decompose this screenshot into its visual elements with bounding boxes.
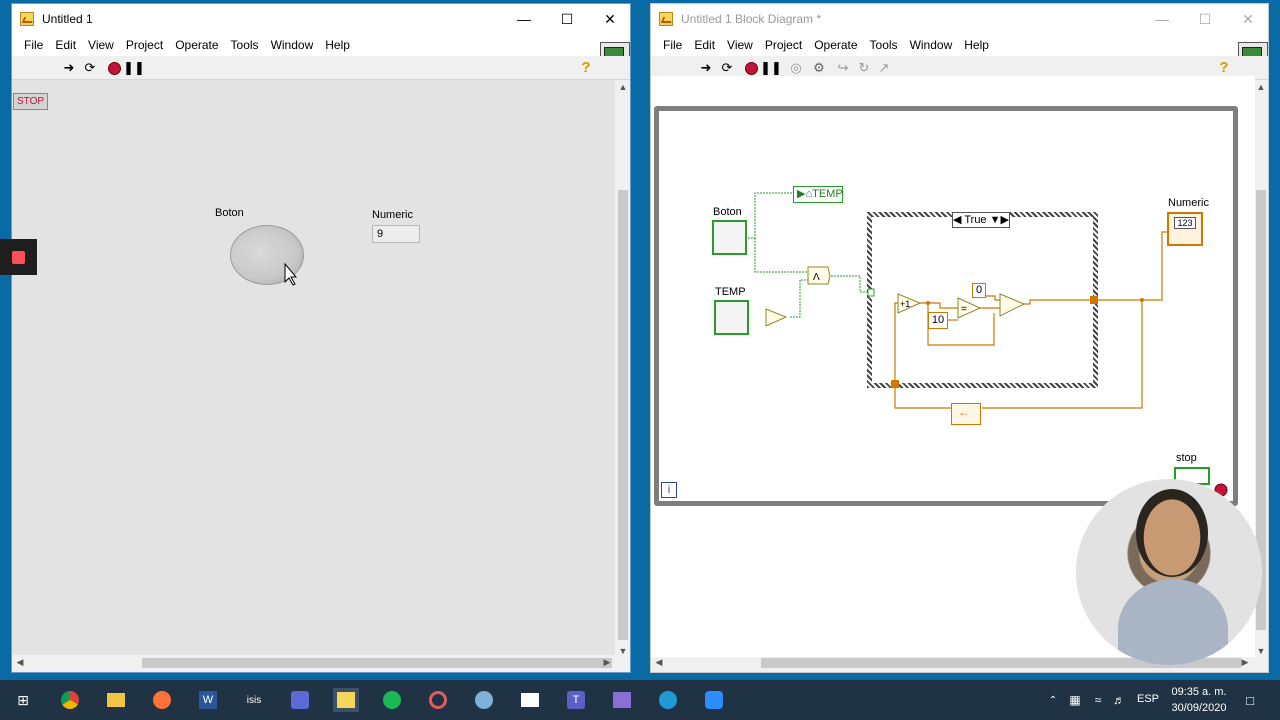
- numeric-terminal[interactable]: 123: [1167, 212, 1203, 246]
- abort-icon[interactable]: [743, 60, 759, 76]
- run-icon[interactable]: ➜: [61, 60, 77, 76]
- windows-start-icon[interactable]: ⊞: [10, 688, 36, 712]
- temp-terminal-label: TEMP: [715, 286, 746, 298]
- menu-operate[interactable]: Operate: [808, 34, 863, 56]
- file-explorer-icon[interactable]: [103, 688, 129, 712]
- context-help-icon[interactable]: ?: [578, 60, 594, 76]
- pause-icon[interactable]: ❚❚: [760, 60, 782, 76]
- step-over-icon[interactable]: ↻: [856, 60, 872, 76]
- app-icon[interactable]: [609, 688, 635, 712]
- close-button[interactable]: ✕: [1226, 4, 1268, 34]
- app-icon[interactable]: [471, 688, 497, 712]
- context-help-icon[interactable]: ?: [1216, 60, 1232, 76]
- step-into-icon[interactable]: ↪: [835, 60, 851, 76]
- run-continuously-icon[interactable]: ⟳: [719, 60, 735, 76]
- front-panel-title: Untitled 1: [42, 12, 93, 26]
- numeric-indicator: 9: [372, 225, 420, 243]
- webcam-overlay: [1076, 479, 1262, 665]
- menu-project[interactable]: Project: [759, 34, 808, 56]
- front-panel-window: Untitled 1 — ☐ ✕ File Edit View Project …: [11, 3, 631, 673]
- house-icon: ▶⌂: [797, 188, 813, 200]
- block-diagram-titlebar[interactable]: Untitled 1 Block Diagram * — ☐ ✕: [651, 4, 1268, 34]
- stop-button[interactable]: STOP: [13, 93, 48, 110]
- menu-tools[interactable]: Tools: [225, 34, 265, 56]
- menu-window[interactable]: Window: [904, 34, 959, 56]
- stop-terminal-label: stop: [1176, 452, 1197, 464]
- front-panel-canvas[interactable]: [12, 80, 615, 660]
- highlight-execution-icon[interactable]: ◎: [788, 60, 804, 76]
- menu-edit[interactable]: Edit: [49, 34, 82, 56]
- numeric-label: Numeric: [372, 209, 413, 221]
- menu-view[interactable]: View: [721, 34, 759, 56]
- boton-knob[interactable]: [230, 225, 304, 285]
- language-indicator[interactable]: ESP: [1132, 693, 1164, 705]
- menu-help[interactable]: Help: [319, 34, 356, 56]
- firefox-icon[interactable]: [149, 688, 175, 712]
- boton-terminal-label: Boton: [713, 206, 742, 218]
- menu-tools[interactable]: Tools: [864, 34, 904, 56]
- taskbar: ⊞ W isis T ⌃ ▦ ≈ ♬ ESP 09:35 a. m. 30/09…: [0, 680, 1280, 720]
- temp-local-variable[interactable]: ▶⌂TEMP: [793, 186, 843, 203]
- constant-ten[interactable]: 10: [928, 312, 948, 329]
- labview-app-icon: [20, 12, 34, 26]
- case-structure[interactable]: [867, 212, 1098, 388]
- front-panel-toolbar: ➜ ⟳ ❚❚ ?: [12, 56, 630, 80]
- spotify-icon[interactable]: [379, 688, 405, 712]
- app-icon[interactable]: [425, 688, 451, 712]
- front-panel-menubar: File Edit View Project Operate Tools Win…: [12, 34, 630, 56]
- menu-view[interactable]: View: [82, 34, 120, 56]
- constant-zero[interactable]: 0: [972, 283, 986, 298]
- word-icon[interactable]: W: [195, 688, 221, 712]
- front-panel-hscroll[interactable]: ◀ ▶: [12, 655, 615, 671]
- menu-file[interactable]: File: [18, 34, 49, 56]
- block-diagram-menubar: File Edit View Project Operate Tools Win…: [651, 34, 1268, 56]
- maximize-button[interactable]: ☐: [545, 4, 589, 34]
- edge-icon[interactable]: [655, 688, 681, 712]
- boton-label: Boton: [215, 207, 244, 219]
- notifications-icon[interactable]: □: [1237, 688, 1263, 712]
- menu-operate[interactable]: Operate: [169, 34, 224, 56]
- menu-window[interactable]: Window: [265, 34, 320, 56]
- app-icon[interactable]: [517, 688, 543, 712]
- zoom-icon[interactable]: [701, 688, 727, 712]
- minimize-button[interactable]: —: [1140, 4, 1184, 34]
- retain-wire-values-icon[interactable]: ⚙: [811, 60, 827, 76]
- boton-terminal[interactable]: [712, 220, 747, 255]
- numeric-terminal-label: Numeric: [1168, 197, 1209, 209]
- clock-time[interactable]: 09:35 a. m.: [1166, 686, 1232, 698]
- block-diagram-title: Untitled 1 Block Diagram *: [681, 12, 822, 26]
- chrome-icon[interactable]: [57, 688, 83, 712]
- menu-file[interactable]: File: [657, 34, 688, 56]
- volume-icon[interactable]: ♬: [1106, 688, 1132, 712]
- minimize-button[interactable]: —: [502, 4, 546, 34]
- front-panel-titlebar[interactable]: Untitled 1 — ☐ ✕: [12, 4, 630, 34]
- step-out-icon[interactable]: ↗: [876, 60, 892, 76]
- teams-icon[interactable]: T: [563, 688, 589, 712]
- labview-app-icon: [659, 12, 673, 26]
- maximize-button[interactable]: ☐: [1183, 4, 1227, 34]
- menu-edit[interactable]: Edit: [688, 34, 721, 56]
- run-icon[interactable]: ➜: [698, 60, 714, 76]
- app-icon[interactable]: [287, 688, 313, 712]
- menu-project[interactable]: Project: [120, 34, 169, 56]
- iteration-terminal[interactable]: i: [661, 482, 677, 498]
- isis-icon[interactable]: isis: [241, 688, 267, 712]
- abort-icon[interactable]: [106, 60, 122, 76]
- front-panel-vscroll[interactable]: ▲ ▼: [615, 80, 630, 660]
- run-continuously-icon[interactable]: ⟳: [82, 60, 98, 76]
- record-widget-icon[interactable]: [0, 239, 37, 275]
- labview-taskbar-icon[interactable]: [333, 688, 359, 712]
- shift-register-node[interactable]: ←: [951, 403, 981, 425]
- close-button[interactable]: ✕: [588, 4, 630, 34]
- temp-terminal[interactable]: [714, 300, 749, 335]
- clock-date[interactable]: 30/09/2020: [1166, 702, 1232, 714]
- pause-icon[interactable]: ❚❚: [123, 60, 145, 76]
- case-selector[interactable]: ◀ True ▼▶: [952, 212, 1010, 228]
- menu-help[interactable]: Help: [958, 34, 995, 56]
